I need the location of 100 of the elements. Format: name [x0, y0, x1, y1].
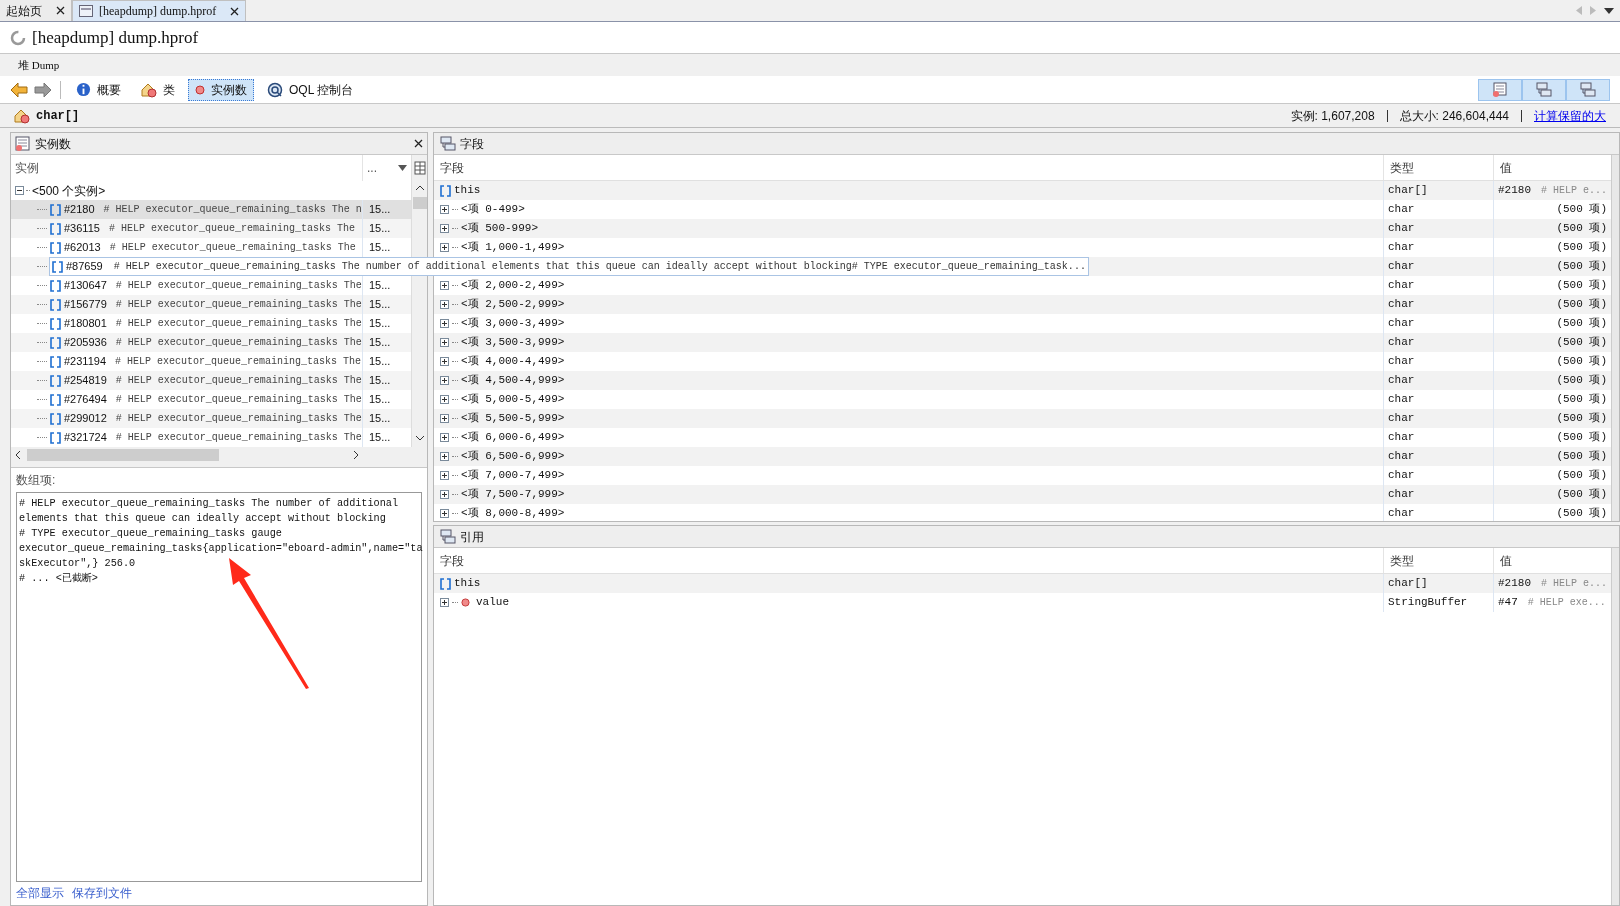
view-toggle-button[interactable] — [1478, 78, 1522, 101]
back-icon[interactable] — [10, 81, 28, 98]
view-button[interactable]: 类 — [134, 78, 182, 101]
field-name[interactable]: <项 2,000-2,499> — [461, 277, 565, 294]
array-content-area[interactable] — [16, 492, 422, 882]
instance-row[interactable]: #299012 # HELP executor_queue_remaining_tasks The 15... — [11, 409, 411, 428]
field-name[interactable]: <项 6,500-6,999> — [461, 448, 565, 465]
field-name[interactable]: value — [476, 594, 509, 611]
instance-row[interactable]: #254819 # HELP executor_queue_remaining_tasks The 15... — [11, 371, 411, 390]
field-value: (500 项) — [1556, 354, 1607, 370]
content-line: # ... <已截断> — [19, 571, 99, 586]
field-value: (500 项) — [1556, 202, 1607, 218]
dropdown-icon[interactable] — [1604, 7, 1614, 14]
expand-icon[interactable] — [440, 376, 449, 385]
expand-icon[interactable] — [440, 509, 449, 518]
view-toggle-button[interactable] — [1522, 78, 1566, 101]
field-name[interactable]: <项 3,000-3,499> — [461, 315, 565, 332]
field-name[interactable]: this — [454, 575, 481, 592]
instance-size: 15... — [368, 297, 391, 313]
expand-icon[interactable] — [440, 433, 449, 442]
expand-icon[interactable] — [440, 357, 449, 366]
field-name[interactable]: <项 3,500-3,999> — [461, 334, 565, 351]
field-name[interactable]: <项 8,000-8,499> — [461, 505, 565, 521]
action-link[interactable]: 保存到文件 — [72, 884, 132, 902]
column-header[interactable]: 实例 — [11, 155, 363, 181]
value-preview: # HELP e... — [1541, 577, 1608, 591]
expand-icon[interactable] — [440, 243, 449, 252]
view-button[interactable]: 实例数 — [188, 78, 254, 101]
instance-row[interactable]: #156779 # HELP executor_queue_remaining_tasks The 15... — [11, 295, 411, 314]
column-header[interactable]: 值 — [1494, 155, 1611, 180]
scroll-right-icon[interactable] — [353, 450, 359, 460]
array-icon — [440, 577, 451, 590]
expand-icon[interactable] — [440, 395, 449, 404]
scroll-up-icon[interactable] — [414, 185, 425, 191]
document-icon — [79, 5, 93, 17]
field-name[interactable]: <项 7,000-7,499> — [461, 467, 565, 484]
expand-icon[interactable] — [440, 598, 449, 607]
field-name[interactable]: <项 2,500-2,999> — [461, 296, 565, 313]
column-header[interactable]: ... — [367, 159, 377, 177]
scroll-down-icon[interactable] — [414, 435, 425, 441]
column-header[interactable]: 类型 — [1384, 548, 1494, 573]
expand-icon[interactable] — [440, 319, 449, 328]
expand-icon[interactable] — [440, 300, 449, 309]
view-button[interactable]: 概要 — [69, 78, 128, 101]
column-header[interactable]: 类型 — [1384, 155, 1494, 180]
references-icon — [440, 528, 456, 545]
compute-retained-link[interactable]: 计算保留的大 — [1534, 106, 1606, 125]
instance-row[interactable]: #36115 # HELP executor_queue_remaining_tasks The 15... — [11, 219, 411, 238]
field-name[interactable]: <项 5,500-5,999> — [461, 410, 565, 427]
expand-icon[interactable] — [440, 224, 449, 233]
instance-row[interactable]: #2180 # HELP executor_queue_remaining_tasks The n 15... — [11, 200, 411, 219]
close-icon[interactable] — [414, 139, 423, 148]
field-value: (500 项) — [1556, 278, 1607, 294]
expand-icon[interactable] — [440, 281, 449, 290]
field-name[interactable]: <项 5,000-5,499> — [461, 391, 565, 408]
sort-icon[interactable] — [398, 165, 407, 171]
array-items-label: 数组项: — [16, 472, 57, 489]
column-header[interactable]: 值 — [1494, 548, 1611, 573]
expand-icon[interactable] — [440, 205, 449, 214]
action-link[interactable]: 全部显示 — [16, 884, 64, 902]
instance-size: 15... — [368, 430, 391, 446]
scrollbar-track[interactable] — [1611, 155, 1619, 521]
close-icon[interactable] — [56, 6, 65, 15]
scrollbar-thumb[interactable] — [412, 197, 427, 209]
field-name[interactable]: <项 4,000-4,499> — [461, 353, 565, 370]
collapse-icon[interactable] — [15, 186, 24, 195]
column-header[interactable]: 字段 — [434, 155, 1384, 180]
field-name[interactable]: <项 500-999> — [461, 220, 538, 237]
window-title: [heapdump] dump.hprof — [32, 26, 199, 49]
field-name[interactable]: <项 0-499> — [461, 201, 525, 218]
document-tab[interactable]: [heapdump] dump.hprof — [72, 0, 247, 21]
array-icon — [50, 374, 61, 387]
field-name[interactable]: <项 4,500-4,999> — [461, 372, 565, 389]
scrollbar-thumb[interactable] — [27, 449, 219, 461]
column-header[interactable]: 字段 — [434, 548, 1384, 573]
expand-icon[interactable] — [440, 414, 449, 423]
scrollbar-track[interactable] — [1611, 548, 1619, 905]
scroll-left-icon[interactable] — [15, 450, 21, 460]
expand-icon[interactable] — [440, 338, 449, 347]
view-toggle-button[interactable] — [1566, 78, 1610, 101]
instance-size: 15... — [368, 411, 391, 427]
expand-icon[interactable] — [440, 452, 449, 461]
field-name[interactable]: <项 6,000-6,499> — [461, 429, 565, 446]
field-value: (500 项) — [1556, 468, 1607, 484]
document-tab[interactable]: 起始页 — [0, 0, 72, 21]
group-node[interactable]: <500 个实例> — [32, 181, 106, 200]
field-name[interactable]: this — [454, 182, 481, 199]
field-name[interactable]: <项 1,000-1,499> — [461, 239, 565, 256]
expand-icon[interactable] — [440, 490, 449, 499]
field-value: (500 项) — [1556, 449, 1607, 465]
tab-label: 起始页 — [6, 2, 42, 20]
field-name[interactable]: <项 7,500-7,999> — [461, 486, 565, 503]
view-button[interactable]: OQL 控制台 — [260, 78, 361, 101]
instance-row[interactable]: #205936 # HELP executor_queue_remaining_tasks The 15... — [11, 333, 411, 352]
forward-icon[interactable] — [34, 81, 52, 98]
expand-icon[interactable] — [440, 471, 449, 480]
close-icon[interactable] — [230, 6, 240, 16]
instance-value: # HELP executor_queue_remaining_tasks The — [115, 431, 362, 445]
instance-id: #321724 — [64, 430, 107, 446]
column-picker-icon[interactable] — [413, 161, 426, 175]
